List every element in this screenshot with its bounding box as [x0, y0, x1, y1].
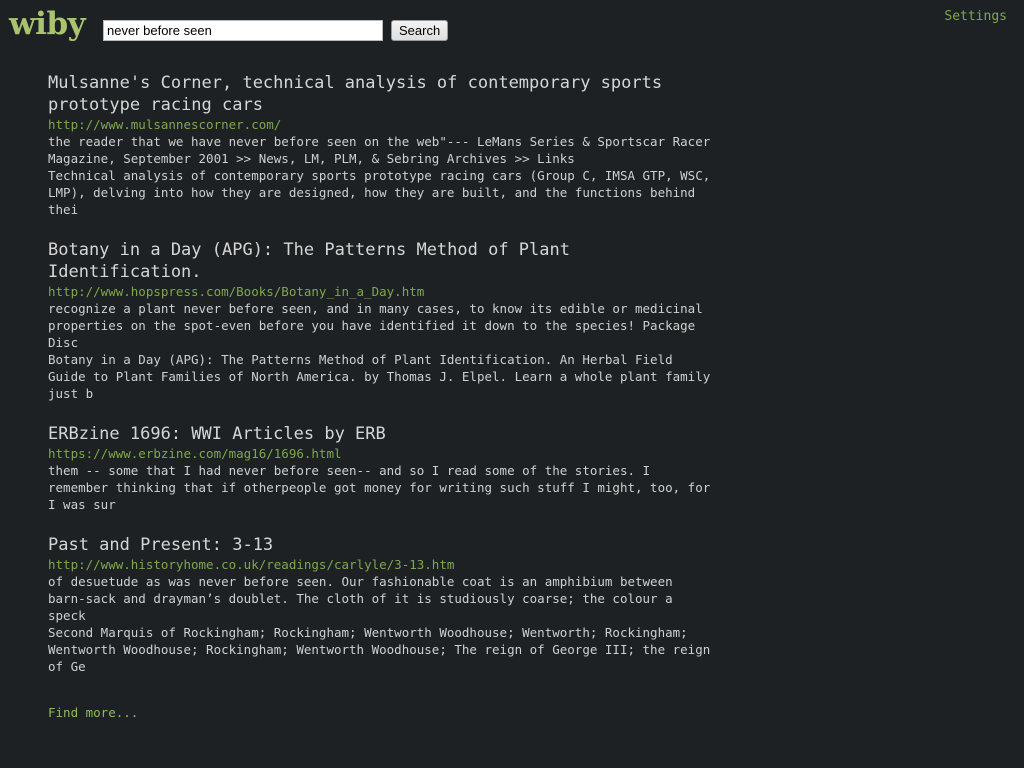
search-result: Mulsanne's Corner, technical analysis of… — [48, 72, 728, 218]
search-result: Past and Present: 3-13 http://www.history… — [48, 534, 728, 675]
result-snippet: them -- some that I had never before see… — [48, 463, 711, 512]
search-results-list: Mulsanne's Corner, technical analysis of… — [48, 72, 728, 721]
result-url-link[interactable]: http://www.mulsannescorner.com/ — [48, 116, 728, 133]
result-snippet: the reader that we have never before see… — [48, 134, 711, 217]
search-result: ERBzine 1696: WWI Articles by ERB https:/… — [48, 423, 728, 513]
search-result: Botany in a Day (APG): The Patterns Meth… — [48, 239, 728, 402]
page-header: wiby Search Settings — [0, 0, 1024, 56]
result-url-link[interactable]: http://www.historyhome.co.uk/readings/ca… — [48, 556, 728, 573]
result-snippet: recognize a plant never before seen, and… — [48, 301, 711, 401]
find-more-link[interactable]: Find more... — [48, 705, 138, 720]
find-more-container: Find more... — [48, 702, 728, 721]
result-title-link[interactable]: Mulsanne's Corner, technical analysis of… — [48, 72, 728, 116]
search-button[interactable]: Search — [391, 20, 449, 41]
search-input[interactable] — [103, 20, 383, 41]
site-logo[interactable]: wiby — [9, 9, 86, 40]
settings-link[interactable]: Settings — [944, 9, 1007, 24]
result-url-link[interactable]: https://www.erbzine.com/mag16/1696.html — [48, 445, 728, 462]
result-snippet: of desuetude as was never before seen. O… — [48, 574, 711, 674]
result-url-link[interactable]: http://www.hopspress.com/Books/Botany_in… — [48, 283, 728, 300]
search-form: Search — [103, 20, 449, 41]
result-title-link[interactable]: Past and Present: 3-13 — [48, 534, 728, 556]
result-title-link[interactable]: Botany in a Day (APG): The Patterns Meth… — [48, 239, 728, 283]
result-title-link[interactable]: ERBzine 1696: WWI Articles by ERB — [48, 423, 728, 445]
